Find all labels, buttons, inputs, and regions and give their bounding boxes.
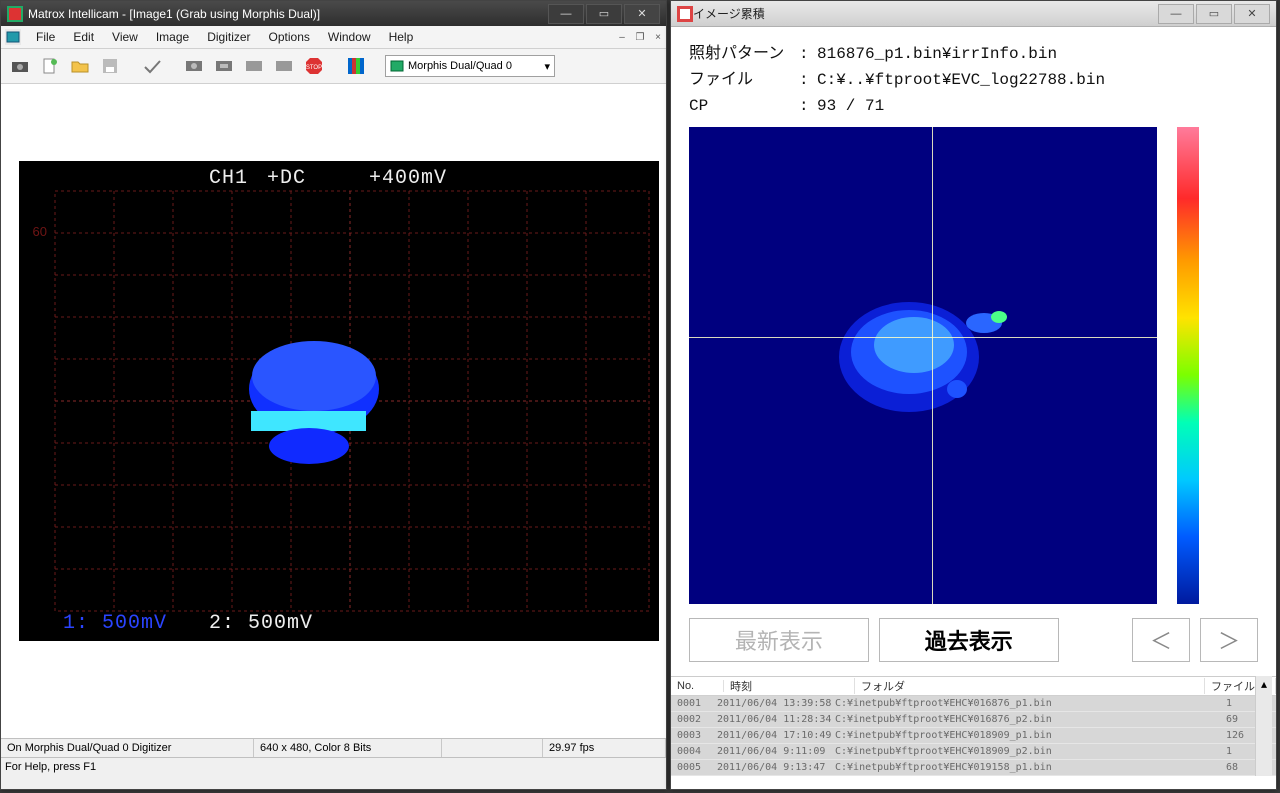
menu-app-icon	[5, 29, 21, 45]
camera-icon[interactable]	[7, 53, 33, 79]
table-row[interactable]: 00052011/06/04 9:13:47C:¥inetpub¥ftproot…	[671, 760, 1276, 776]
sync2-icon[interactable]	[271, 53, 297, 79]
mdi-close-icon[interactable]: ×	[650, 30, 666, 44]
svg-text:STOP: STOP	[306, 65, 322, 71]
prev-button[interactable]: ＜	[1132, 618, 1190, 662]
heatmap[interactable]	[689, 127, 1157, 604]
menu-view[interactable]: View	[103, 28, 147, 46]
chevron-down-icon: ▾	[544, 60, 550, 73]
menu-help[interactable]: Help	[380, 28, 423, 46]
grab-single-icon[interactable]	[181, 53, 207, 79]
grab-cont-icon[interactable]	[211, 53, 237, 79]
info-block: 照射パターン:816876_p1.bin¥irrInfo.bin ファイル:C:…	[671, 27, 1276, 127]
mdi-restore-icon[interactable]: ❐	[632, 30, 648, 44]
table-row[interactable]: 00042011/06/04 9:11:09C:¥inetpub¥ftproot…	[671, 744, 1276, 760]
scope-ch: CH1	[209, 167, 248, 190]
image-accum-window: イメージ累積 — ▭ ✕ 照射パターン:816876_p1.bin¥irrInf…	[670, 0, 1277, 790]
menu-window[interactable]: Window	[319, 28, 380, 46]
right-titlebar[interactable]: イメージ累積 — ▭ ✕	[671, 1, 1276, 27]
colorbar	[1177, 127, 1199, 604]
new-icon[interactable]	[37, 53, 63, 79]
list-body[interactable]: 00012011/06/04 13:39:58C:¥inetpub¥ftproo…	[671, 696, 1276, 776]
info-pattern-key: 照射パターン	[689, 41, 799, 67]
toolbar: STOP Morphis Dual/Quad 0 ▾	[1, 49, 666, 84]
app-icon	[7, 6, 23, 22]
mdi-minimize-icon[interactable]: –	[614, 30, 630, 44]
list-header: No. 時刻 フォルダ ファイル数	[671, 676, 1276, 696]
next-button[interactable]: ＞	[1200, 618, 1258, 662]
menu-options[interactable]: Options	[260, 28, 319, 46]
stop-icon[interactable]: STOP	[301, 53, 327, 79]
combo-label: Morphis Dual/Quad 0	[408, 60, 512, 72]
right-minimize-button[interactable]: —	[1158, 4, 1194, 24]
status-fps: 29.97 fps	[543, 739, 666, 757]
table-row[interactable]: 00022011/06/04 11:28:34C:¥inetpub¥ftproo…	[671, 712, 1276, 728]
right-title-text: イメージ累積	[693, 5, 765, 22]
crosshair-h	[689, 337, 1157, 338]
left-titlebar[interactable]: Matrox Intellicam - [Image1 (Grab using …	[1, 1, 666, 26]
status-help: For Help, press F1	[5, 761, 96, 773]
col-no[interactable]: No.	[671, 680, 724, 692]
status-size: 640 x 480, Color 8 Bits	[254, 739, 442, 757]
close-button[interactable]: ✕	[624, 4, 660, 24]
workspace: 60 CH1 +DC +400mV 1: 500mV 2: 500mV	[1, 84, 666, 738]
palette-icon[interactable]	[343, 53, 369, 79]
col-time[interactable]: 時刻	[724, 678, 855, 694]
info-cp-val: 93 / 71	[817, 93, 884, 119]
menubar: File Edit View Image Digitizer Options W…	[1, 26, 666, 49]
scope-range: +400mV	[369, 167, 447, 190]
scope-image: 60 CH1 +DC +400mV 1: 500mV 2: 500mV	[19, 161, 659, 641]
past-button[interactable]: 過去表示	[879, 618, 1059, 662]
status-digitizer: On Morphis Dual/Quad 0 Digitizer	[1, 739, 254, 757]
info-file-key: ファイル	[689, 67, 799, 93]
table-row[interactable]: 00012011/06/04 13:39:58C:¥inetpub¥ftproo…	[671, 696, 1276, 712]
svg-text:60: 60	[33, 224, 47, 239]
menu-image[interactable]: Image	[147, 28, 198, 46]
right-maximize-button[interactable]: ▭	[1196, 4, 1232, 24]
open-icon[interactable]	[67, 53, 93, 79]
matrox-window: Matrox Intellicam - [Image1 (Grab using …	[0, 0, 667, 790]
left-title-text: Matrox Intellicam - [Image1 (Grab using …	[28, 7, 320, 21]
statusbar-1: On Morphis Dual/Quad 0 Digitizer 640 x 4…	[1, 738, 666, 757]
scope-ch2-div: 2: 500mV	[209, 612, 313, 635]
latest-button[interactable]: 最新表示	[689, 618, 869, 662]
scope-ch1-div: 1: 500mV	[63, 612, 167, 635]
info-file-val: C:¥..¥ftproot¥EVC_log22788.bin	[817, 67, 1105, 93]
right-close-button[interactable]: ✕	[1234, 4, 1270, 24]
info-cp-key: CP	[689, 93, 799, 119]
menu-edit[interactable]: Edit	[64, 28, 103, 46]
scrollbar[interactable]: ▴	[1255, 676, 1272, 776]
digitizer-combo[interactable]: Morphis Dual/Quad 0 ▾	[385, 55, 555, 77]
save-icon[interactable]	[97, 53, 123, 79]
table-row[interactable]: 00032011/06/04 17:10:49C:¥inetpub¥ftproo…	[671, 728, 1276, 744]
minimize-button[interactable]: —	[548, 4, 584, 24]
check-icon[interactable]	[139, 53, 165, 79]
sync-icon[interactable]	[241, 53, 267, 79]
col-folder[interactable]: フォルダ	[855, 678, 1205, 694]
statusbar-2: For Help, press F1	[1, 757, 666, 776]
scope-mode: +DC	[267, 167, 306, 190]
info-pattern-val: 816876_p1.bin¥irrInfo.bin	[817, 41, 1057, 67]
menu-digitizer[interactable]: Digitizer	[198, 28, 259, 46]
maximize-button[interactable]: ▭	[586, 4, 622, 24]
right-app-icon	[677, 6, 693, 22]
chip-icon	[390, 60, 404, 72]
menu-file[interactable]: File	[27, 28, 64, 46]
crosshair-v	[932, 127, 933, 604]
